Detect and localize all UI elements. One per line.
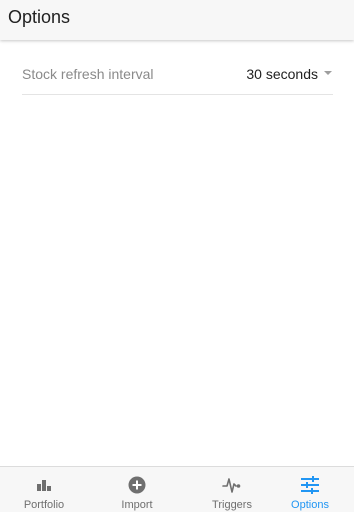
stock-refresh-label: Stock refresh interval [22,66,154,82]
nav-item-portfolio[interactable]: Portfolio [0,467,88,512]
sliders-icon [300,475,320,495]
nav-item-triggers[interactable]: Triggers [188,467,276,512]
options-content: Stock refresh interval 30 seconds [0,40,354,466]
bottom-navigation: Portfolio Import Triggers Options [0,466,354,512]
stock-refresh-selected-value: 30 seconds [246,66,318,82]
stock-refresh-interval-select[interactable]: 30 seconds [246,62,333,86]
nav-label-triggers: Triggers [212,499,252,511]
page-title: Options [8,7,71,27]
pulse-icon [222,475,242,495]
stock-refresh-setting-row: Stock refresh interval 30 seconds [22,58,333,95]
app-root: Options Stock refresh interval 30 second… [0,0,354,512]
dropdown-arrow-icon [324,71,332,75]
add-circle-icon [127,475,147,495]
nav-item-import[interactable]: Import [93,467,181,512]
app-bar: Options [0,0,354,40]
nav-label-import: Import [121,499,153,511]
nav-label-portfolio: Portfolio [23,499,65,511]
bar-chart-icon [34,475,54,495]
nav-item-options[interactable]: Options [266,467,354,512]
nav-label-options: Options [291,499,329,511]
